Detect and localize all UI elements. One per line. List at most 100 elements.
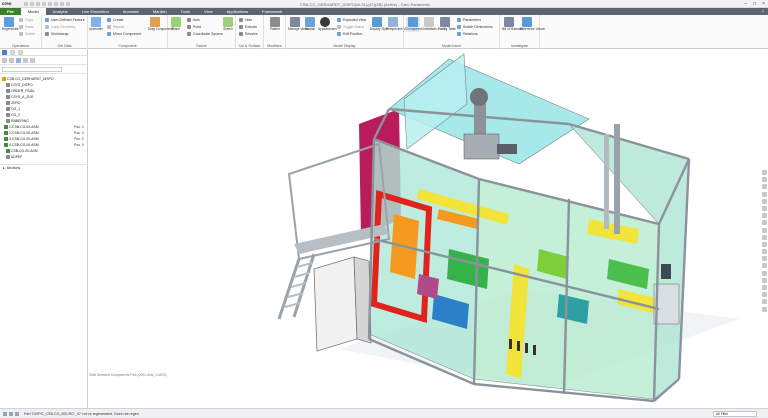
tab-live-simulation[interactable]: Live Simulation [75, 8, 116, 15]
create-button[interactable]: Create [107, 17, 124, 22]
full-screen-icon[interactable] [15, 411, 19, 416]
tab-applications[interactable]: Applications [220, 8, 256, 15]
group-label-datum[interactable]: Datum [168, 44, 235, 48]
spin-center-icon[interactable] [761, 220, 767, 226]
annotation-display-icon[interactable] [761, 227, 767, 233]
tree-search-dropdown[interactable] [2, 66, 62, 72]
open-icon[interactable] [30, 2, 34, 6]
folder-browser-tab-icon[interactable] [10, 50, 15, 55]
paste-button[interactable]: Paste [19, 24, 34, 29]
show-browser-icon[interactable] [9, 411, 13, 416]
extrude-button[interactable]: Extrude [239, 24, 257, 29]
group-label-component[interactable]: Component [88, 44, 167, 48]
plane-button[interactable]: Plane [169, 17, 183, 32]
coordinate-system-button[interactable]: Coordinate System [187, 31, 223, 36]
tab-file[interactable]: File [0, 8, 21, 15]
copy-geometry-button[interactable]: Copy Geometry [45, 24, 76, 29]
publish-geometry-button[interactable]: Publish Geometry [422, 17, 447, 32]
tab-annotate[interactable]: Annotate [116, 8, 146, 15]
group-label-modifiers[interactable]: Modifiers [264, 44, 285, 48]
refit-icon[interactable] [761, 170, 767, 175]
bill-of-materials-button[interactable]: Bill of Materials [502, 17, 524, 32]
saved-views-icon[interactable] [761, 205, 767, 211]
zoom-in-icon[interactable] [761, 177, 767, 183]
regenerate-button[interactable]: Regenerate [2, 17, 19, 32]
orient-icon[interactable] [761, 270, 767, 276]
more-icon[interactable] [761, 306, 767, 312]
assemble-button[interactable]: Assemble [89, 17, 103, 32]
new-icon[interactable] [24, 2, 28, 6]
point-button[interactable]: Point [187, 24, 201, 29]
undo-icon[interactable] [42, 2, 46, 6]
maximize-icon[interactable]: □ [753, 1, 756, 7]
sketch-button[interactable]: Sketch [221, 17, 235, 32]
parameters-button[interactable]: Parameters [457, 17, 481, 22]
tab-tools[interactable]: Tools [174, 8, 197, 15]
minimize-icon[interactable]: – [744, 1, 747, 7]
graphics-viewport[interactable]: Click Selected Components Pick (0001-Axi… [89, 49, 760, 408]
mirror-component-button[interactable]: Mirror Component [107, 31, 141, 36]
help-icon[interactable]: ? [762, 9, 764, 14]
shrinkwrap-button[interactable]: Shrinkwrap [45, 31, 69, 36]
pattern-button[interactable]: Pattern [268, 17, 282, 32]
tree-columns-icon[interactable] [16, 57, 21, 63]
component-interface-button[interactable]: Component Interface [406, 17, 436, 32]
view-manager-icon[interactable] [761, 234, 767, 240]
save-icon[interactable] [36, 2, 40, 6]
display-style-button[interactable]: Display Style [370, 17, 388, 32]
favorites-tab-icon[interactable] [18, 50, 23, 55]
axis-button[interactable]: Axis [187, 17, 200, 22]
close-icon[interactable]: × [762, 1, 765, 7]
relations-button[interactable]: Relations [457, 31, 478, 36]
layers-icon[interactable] [761, 299, 767, 305]
model-tree-tab-icon[interactable] [2, 50, 7, 55]
tree-search-icon[interactable] [30, 57, 35, 63]
family-table-button[interactable]: Family Table [438, 17, 456, 32]
group-label-operations[interactable]: Operations [0, 44, 41, 48]
manage-views-button[interactable]: Manage Views [288, 17, 309, 32]
display-settings-icon[interactable] [761, 263, 767, 269]
perspective-icon[interactable] [761, 249, 767, 255]
toggle-status-button[interactable]: Toggle Status [337, 24, 364, 29]
zoom-out-icon[interactable] [761, 184, 767, 190]
tab-view[interactable]: View [197, 8, 220, 15]
pan-icon[interactable] [761, 277, 767, 283]
named-views-icon[interactable] [761, 292, 767, 298]
appearance-icon[interactable] [761, 256, 767, 262]
drag-components-button[interactable]: Drag Components [148, 17, 174, 32]
group-label-get-data[interactable]: Get Data [42, 44, 87, 48]
hole-button[interactable]: Hole [239, 17, 252, 22]
regenerate-icon[interactable] [54, 2, 58, 6]
exploded-view-button[interactable]: Exploded View [337, 17, 366, 22]
tab-manikin[interactable]: Manikin [146, 8, 174, 15]
close-window-icon[interactable] [66, 2, 70, 6]
delete-button[interactable]: Delete [19, 31, 35, 36]
revolve-button[interactable]: Revolve [239, 31, 258, 36]
user-defined-feature-button[interactable]: User-Defined Feature [45, 17, 85, 22]
group-label-model-intent[interactable]: Model Intent [404, 44, 499, 48]
tab-analysis[interactable]: Analysis [46, 8, 75, 15]
copy-button[interactable]: Copy [19, 17, 33, 22]
windows-icon[interactable] [60, 2, 64, 6]
edit-position-button[interactable]: Edit Position [337, 31, 362, 36]
tree-show-icon[interactable] [23, 57, 28, 63]
rotate-icon[interactable] [761, 285, 767, 290]
tree-item[interactable]: ADPEF [0, 154, 88, 160]
tab-framework[interactable]: Framework [255, 8, 289, 15]
show-navigator-icon[interactable] [3, 411, 7, 416]
appearances-button[interactable]: Appearances [318, 17, 337, 32]
selection-filter-dropdown[interactable]: All Filter [713, 411, 757, 417]
sections-node[interactable]: ▸ Sections [0, 164, 88, 170]
repaint-icon[interactable] [761, 191, 767, 197]
tree-settings-icon[interactable] [9, 57, 14, 63]
expand-icon[interactable]: ▸ [3, 166, 5, 170]
assembly-3d-model[interactable] [89, 49, 760, 408]
perspective-view-button[interactable]: Perspective View [386, 17, 410, 32]
tab-model[interactable]: Model [20, 8, 46, 15]
datum-display-icon[interactable] [761, 213, 767, 219]
section-view-icon[interactable] [761, 241, 767, 247]
group-label-investigate[interactable]: Investigate [500, 44, 539, 48]
group-label-model-display[interactable]: Model Display [286, 44, 403, 48]
redo-icon[interactable] [48, 2, 52, 6]
repeat-button[interactable]: Repeat [107, 24, 124, 29]
